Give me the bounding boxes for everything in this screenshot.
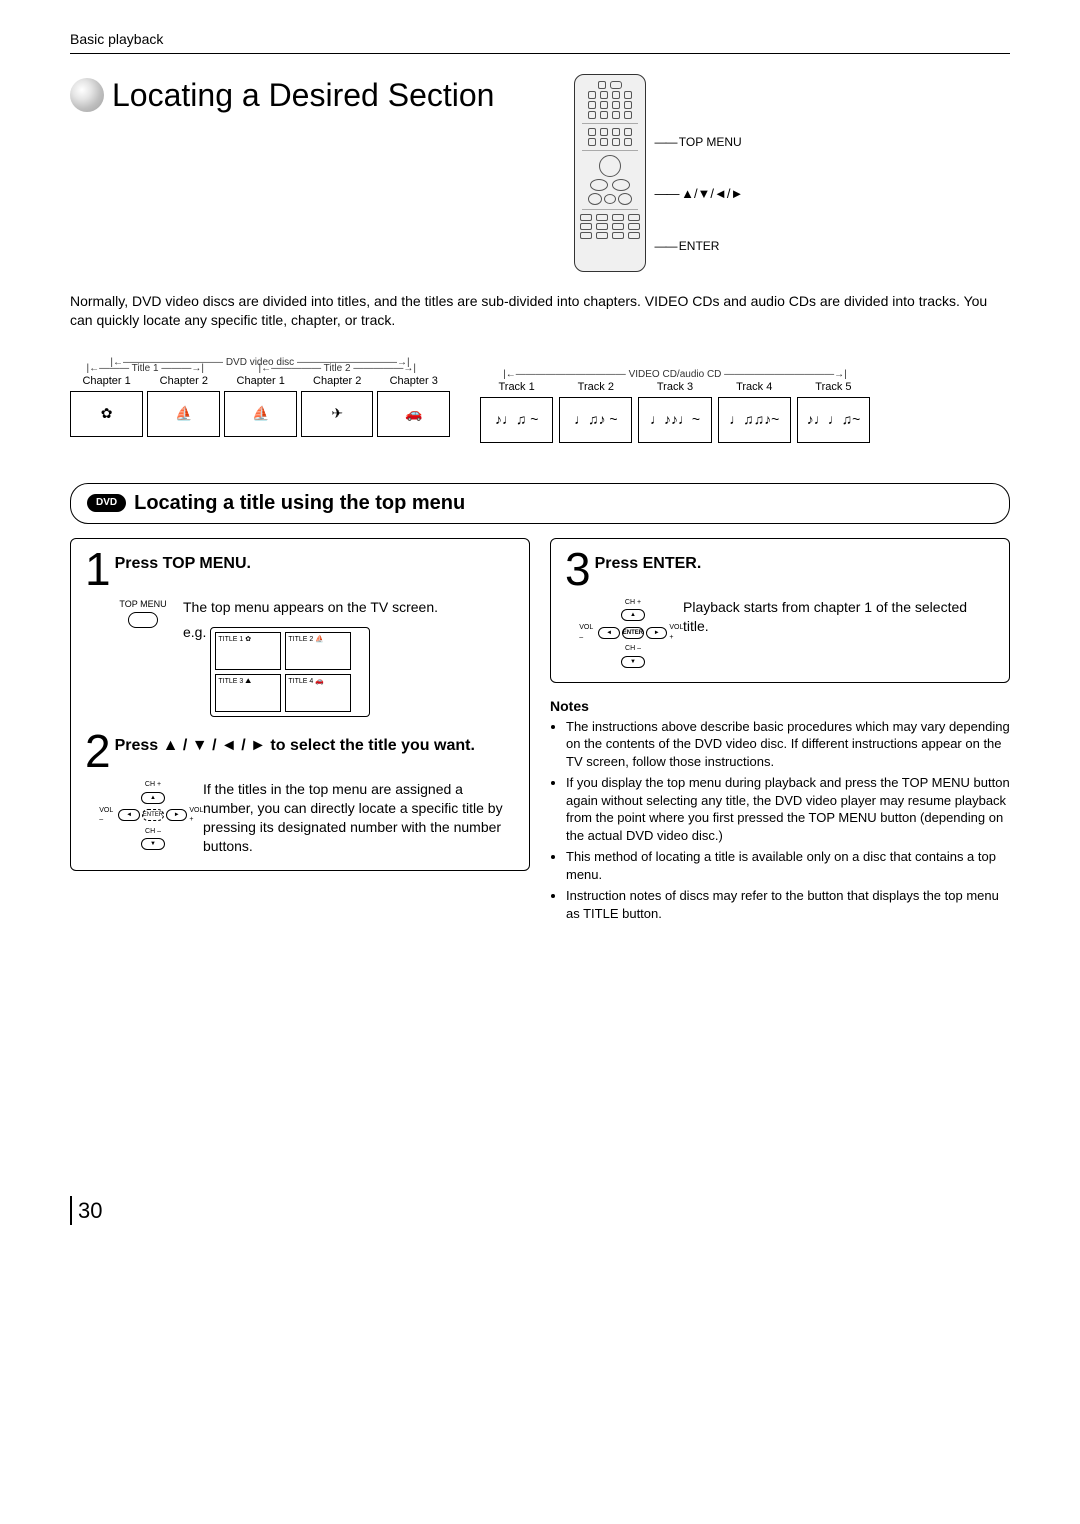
note-item: The instructions above describe basic pr… [566, 718, 1010, 771]
section-label: Basic playback [70, 30, 1010, 49]
callout-arrows: ▲/▼/◄/► [654, 185, 743, 203]
step-number: 2 [85, 731, 111, 772]
tv-screen-example: TITLE 1 ✿ TITLE 2 ⛵ TITLE 3 ⛰ TITLE 4 🚗 [210, 627, 370, 717]
notes-list: The instructions above describe basic pr… [550, 718, 1010, 923]
step-title: Press ENTER. [595, 553, 702, 575]
step-1: 1 Press TOP MENU. TOP MENU The top menu … [70, 538, 530, 871]
cd-structure-diagram: |←——————————— VIDEO CD/audio CD ————————… [480, 372, 870, 443]
callout-enter: ENTER [654, 238, 743, 254]
step-number: 3 [565, 549, 591, 590]
top-menu-button-icon: TOP MENU [113, 598, 173, 717]
nav-cross-icon: CH + ▲ VOL – ◄ ENTER ► VOL + CH – ▼ [113, 780, 193, 856]
step-desc: Playback starts from chapter 1 of the se… [683, 598, 995, 668]
step-3: 3 Press ENTER. CH + ▲ VOL – ◄ ENTER ► VO… [550, 538, 1010, 683]
remote-illustration [574, 74, 646, 272]
page-title: Locating a Desired Section [112, 74, 494, 117]
step-title: Press TOP MENU. [115, 553, 251, 575]
step-number: 1 [85, 549, 111, 590]
nav-cross-icon: CH + ▲ VOL – ◄ ENTER ► VOL + CH – ▼ [593, 598, 673, 668]
note-item: Instruction notes of discs may refer to … [566, 887, 1010, 922]
dvd-structure-diagram: |←—————————— DVD video disc ——————————→|… [70, 360, 450, 437]
callout-top-menu: TOP MENU [654, 134, 743, 150]
notes-heading: Notes [550, 697, 1010, 716]
note-item: This method of locating a title is avail… [566, 848, 1010, 883]
dvd-pill: DVD [87, 494, 126, 512]
subheading: DVD Locating a title using the top menu [70, 483, 1010, 524]
step-desc: If the titles in the top menu are assign… [203, 780, 515, 856]
note-item: If you display the top menu during playb… [566, 774, 1010, 844]
step-title: Press ▲ / ▼ / ◄ / ► to select the title … [115, 735, 475, 757]
divider [70, 53, 1010, 54]
remote-callouts: TOP MENU ▲/▼/◄/► ENTER [646, 74, 743, 272]
step-desc: The top menu appears on the TV screen. [183, 598, 438, 617]
page-number: 30 [70, 1196, 1010, 1226]
intro-text: Normally, DVD video discs are divided in… [70, 292, 1010, 330]
bullet-icon [70, 78, 104, 112]
